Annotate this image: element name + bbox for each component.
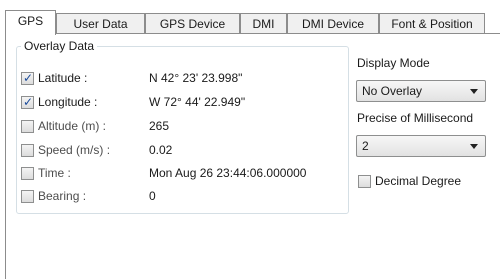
check-icon: ✓ xyxy=(23,71,34,85)
speed-value: 0.02 xyxy=(149,143,173,157)
precise-millisecond-label: Precise of Millisecond xyxy=(357,111,474,125)
tab-font-position[interactable]: Font & Position xyxy=(379,13,485,34)
check-icon: ✓ xyxy=(23,95,34,109)
display-mode-select[interactable]: No Overlay xyxy=(356,80,486,102)
altitude-value: 265 xyxy=(149,119,170,133)
time-checkbox[interactable] xyxy=(21,167,34,180)
tab-dmi-device[interactable]: DMI Device xyxy=(287,13,379,34)
latitude-label: Latitude : xyxy=(38,71,88,85)
display-mode-value: No Overlay xyxy=(362,84,423,98)
decimal-degree-checkbox[interactable] xyxy=(358,175,371,188)
precise-millisecond-select[interactable]: 2 xyxy=(356,135,486,157)
bearing-checkbox[interactable] xyxy=(21,190,34,203)
longitude-checkbox[interactable]: ✓ xyxy=(21,95,34,109)
bearing-label: Bearing : xyxy=(38,189,87,203)
altitude-label: Altitude (m) : xyxy=(38,119,107,133)
tab-gps-device[interactable]: GPS Device xyxy=(145,13,240,34)
decimal-degree-label: Decimal Degree xyxy=(375,174,462,188)
tab-user-data[interactable]: User Data xyxy=(56,13,145,34)
speed-checkbox[interactable] xyxy=(21,144,34,157)
tab-gps[interactable]: GPS xyxy=(5,10,56,35)
longitude-label: Longitude : xyxy=(38,95,98,109)
precise-millisecond-value: 2 xyxy=(362,139,369,153)
altitude-checkbox[interactable] xyxy=(21,120,34,133)
speed-label: Speed (m/s) : xyxy=(38,143,111,157)
time-value: Mon Aug 26 23:44:06.000000 xyxy=(149,166,307,180)
latitude-value: N 42° 23' 23.998" xyxy=(149,71,243,85)
latitude-checkbox[interactable]: ✓ xyxy=(21,71,34,85)
longitude-value: W 72° 44' 22.949" xyxy=(149,95,246,109)
overlay-data-title: Overlay Data xyxy=(21,39,98,53)
tab-strip: GPS User Data GPS Device DMI DMI Device … xyxy=(5,10,485,35)
time-label: Time : xyxy=(38,166,71,180)
bearing-value: 0 xyxy=(149,189,156,203)
tab-dmi[interactable]: DMI xyxy=(240,13,287,34)
chevron-down-icon xyxy=(470,89,478,94)
chevron-down-icon xyxy=(470,144,478,149)
display-mode-label: Display Mode xyxy=(357,56,430,70)
